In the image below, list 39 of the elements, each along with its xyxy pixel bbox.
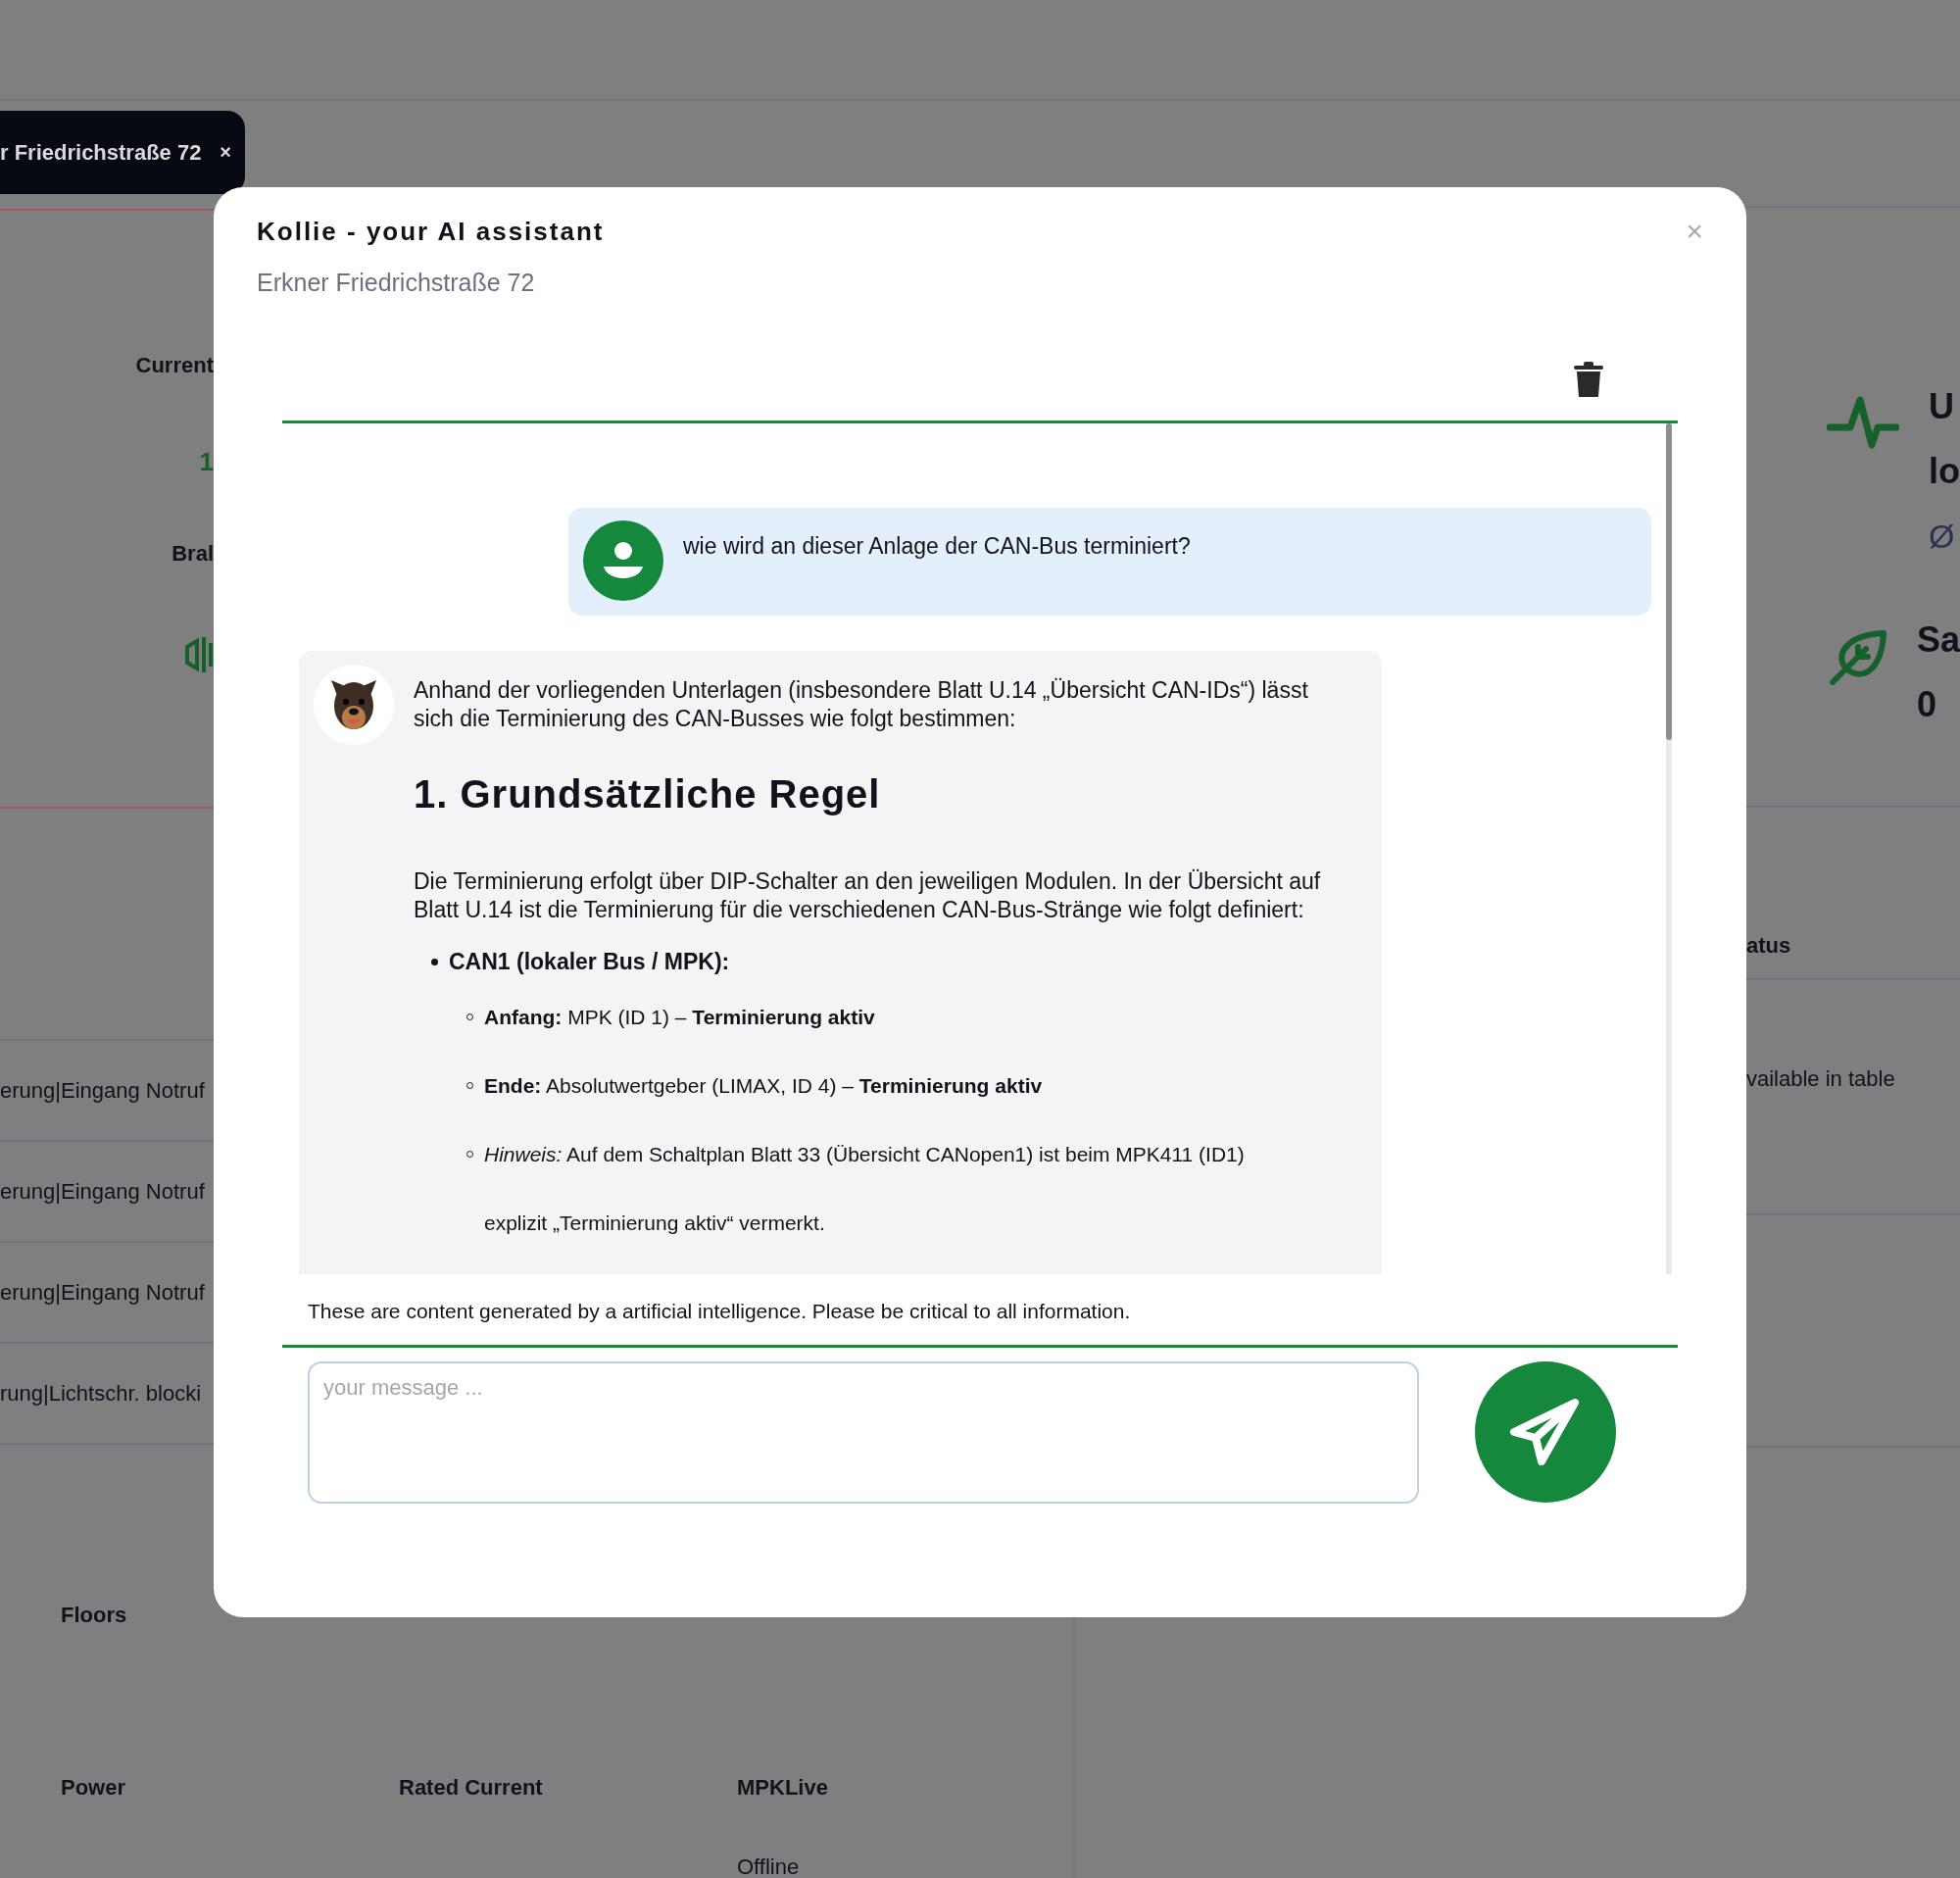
- tab-label: r Friedrichstraße 72: [0, 139, 202, 166]
- stat-value: 1: [199, 447, 214, 478]
- stat-text: 0: [1917, 683, 1938, 726]
- stat-text: Sa: [1917, 618, 1960, 662]
- field-label: Power: [61, 1775, 127, 1801]
- message-input-field[interactable]: your message ...: [308, 1361, 1419, 1504]
- event-text: erung|Eingang Notruf: [0, 1178, 205, 1205]
- field-label: MPKLive: [737, 1775, 829, 1801]
- list-item: Hinweis: Auf dem Schaltplan Blatt 33 (Übersicht CANopen1) ist beim MPK411 (ID1) explizit „Terminierung aktiv“ vermerkt.: [484, 1143, 1245, 1234]
- stat-label: Current: [135, 353, 214, 379]
- trash-icon[interactable]: [1574, 362, 1603, 399]
- field-value: Offline: [737, 1854, 801, 1878]
- dialog-subtitle: Erkner Friedrichstraße 72: [257, 269, 535, 297]
- event-text: rung|Lichtschr. blocki: [0, 1380, 202, 1407]
- list-item: Ende: Absolutwertgeber (LIMAX, ID 4) – Terminierung aktiv: [484, 1074, 1043, 1097]
- leaf-icon: [1827, 627, 1887, 688]
- field-label: Rated Current: [399, 1775, 544, 1801]
- empty-table-text: vailable in table: [1746, 1066, 1895, 1091]
- stat-text: lo: [1929, 450, 1960, 493]
- list-item: Anfang: MPK (ID 1) – Terminierung aktiv: [484, 1006, 875, 1028]
- event-text: erung|Eingang Notruf: [0, 1279, 205, 1306]
- message-heading: 1. Grundsätzliche Regel: [414, 772, 882, 816]
- event-text: erung|Eingang Notruf: [0, 1077, 205, 1104]
- speaker-icon: [184, 635, 214, 674]
- list-item: CAN1 (lokaler Bus / MPK):: [449, 948, 731, 976]
- column-heading: atus: [1746, 933, 1791, 959]
- field-label: Floors: [61, 1603, 128, 1628]
- stat-text: U: [1929, 385, 1955, 428]
- tab-close-button[interactable]: ×: [220, 141, 231, 164]
- scrollbar[interactable]: [1666, 423, 1672, 1274]
- bullet-icon: [431, 959, 438, 965]
- message-paragraph: Anhand der vorliegenden Unterlagen (insbesondere Blatt U.14 „Übersicht CAN-IDs“) lässt sich die Terminierung des CAN-Busses wie folgt bestimmen:: [414, 676, 1309, 733]
- user-message-text: wie wird an dieser Anlage der CAN-Bus terminiert?: [683, 532, 1191, 561]
- disclaimer-text: These are content generated by a artificial intelligence. Please be critical to all information.: [308, 1300, 1132, 1323]
- stat-label: Bral: [172, 541, 214, 568]
- site-tab[interactable]: r Friedrichstraße 72 ×: [0, 111, 245, 194]
- dialog-title: Kollie - your AI assistant: [257, 217, 605, 247]
- stat-subtext: Ø: [1929, 517, 1956, 557]
- message-paragraph: Die Terminierung erfolgt über DIP-Schalter an den jeweiligen Modulen. In der Übersicht auf Blatt U.14 ist die Terminierung für die verschiedenen CAN-Bus-Stränge wie folgt definiert:: [414, 867, 1322, 924]
